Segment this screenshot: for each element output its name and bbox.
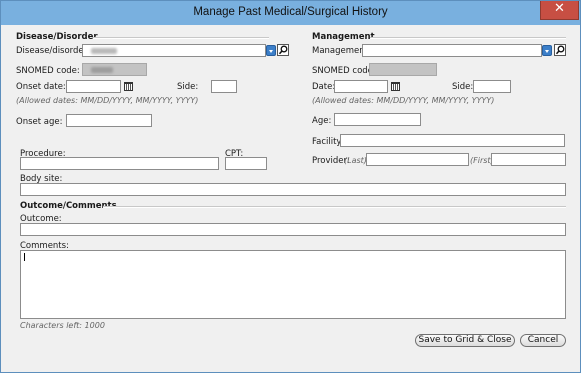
provider-last-hint: (Last) [344,156,367,165]
provider-last-name-input[interactable] [366,153,469,166]
close-button[interactable]: ✕ [540,1,579,20]
text-caret [24,253,25,261]
onset-age-label: Onset age: [16,117,63,127]
cancel-button[interactable]: Cancel [520,334,566,347]
body-site-input[interactable] [20,183,566,196]
dialog-body: Disease/Disorder Disease/disorder: SNOME… [7,25,574,366]
redacted-value [91,67,113,73]
disease-search-button[interactable] [277,44,289,56]
calendar-icon[interactable] [391,82,400,91]
procedure-input[interactable] [20,157,219,170]
management-search-button[interactable] [554,44,566,56]
management-snomed-field [369,63,437,76]
management-side-label: Side: [452,82,474,92]
cpt-input[interactable] [225,157,267,170]
dialog-window: Manage Past Medical/Surgical History ✕ D… [0,0,581,373]
disease-snomed-field [82,63,147,76]
outcome-section-divider [103,206,566,208]
facility-label: Facility: [312,137,344,147]
management-side-input[interactable] [473,80,511,93]
disease-snomed-label: SNOMED code: [16,66,80,76]
management-age-input[interactable] [334,113,421,126]
chevron-down-icon[interactable] [542,45,552,56]
disease-allowed-dates-hint: (Allowed dates: MM/DD/YYYY, MM/YYYY, YYY… [16,96,199,105]
onset-side-label: Side: [177,82,199,92]
comments-textarea[interactable] [20,250,566,319]
onset-age-input[interactable] [66,114,152,127]
disease-disorder-input[interactable] [82,44,266,57]
management-date-input[interactable] [334,80,388,93]
management-input[interactable] [362,44,542,57]
calendar-icon[interactable] [124,82,133,91]
redacted-value [91,48,117,54]
characters-left-counter: Characters left: 1000 [20,321,105,330]
magnifier-icon [555,45,565,55]
facility-input[interactable] [340,134,565,147]
management-section-divider [370,37,566,39]
window-title: Manage Past Medical/Surgical History [193,6,388,18]
management-allowed-dates-hint: (Allowed dates: MM/DD/YYYY, MM/YYYY, YYY… [312,96,495,105]
provider-first-name-input[interactable] [491,153,566,166]
onset-side-input[interactable] [211,80,237,93]
disease-field-label: Disease/disorder: [16,46,90,56]
magnifier-icon [278,45,288,55]
outcome-input[interactable] [20,223,566,236]
chevron-down-icon[interactable] [266,45,276,56]
onset-date-label: Onset date: [16,82,66,92]
onset-date-input[interactable] [66,80,121,93]
management-section-title: Management [312,32,375,42]
disease-section-title: Disease/Disorder [16,32,98,42]
title-bar[interactable]: Manage Past Medical/Surgical History ✕ [1,1,580,25]
disease-section-divider [93,37,269,39]
save-to-grid-close-button[interactable]: Save to Grid & Close [415,334,515,347]
management-date-label: Date: [312,82,336,92]
management-snomed-label: SNOMED code: [312,66,376,76]
management-age-label: Age: [312,116,332,126]
